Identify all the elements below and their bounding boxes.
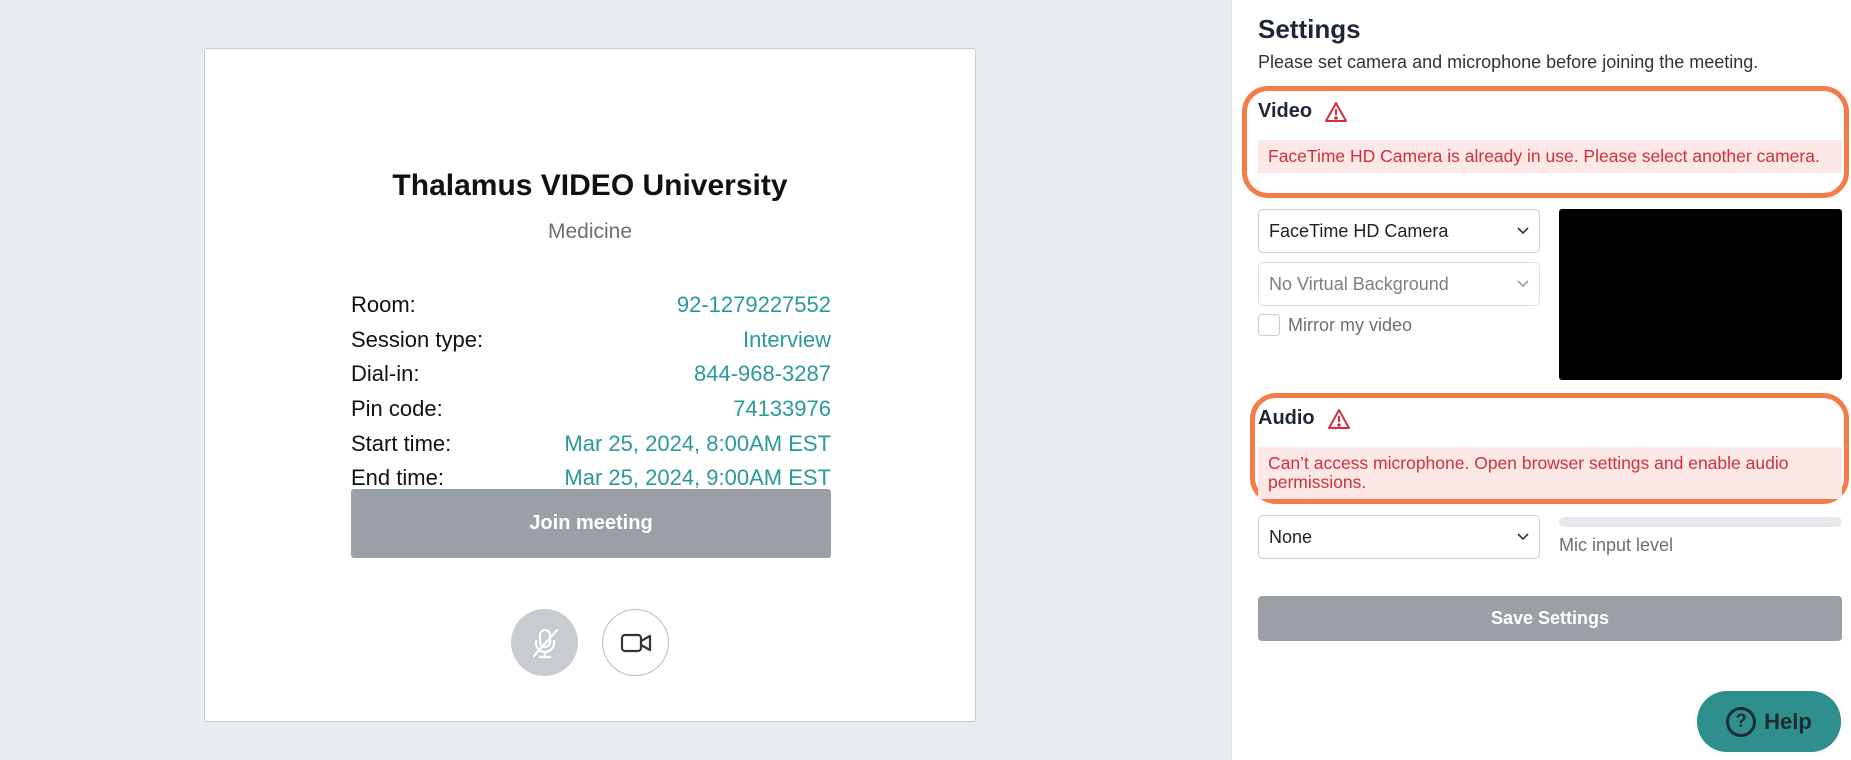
detail-label: End time: <box>351 465 444 491</box>
video-camera-icon <box>620 633 651 652</box>
chevron-down-icon <box>1517 280 1529 288</box>
detail-value: 74133976 <box>733 396 831 422</box>
mirror-video-checkbox[interactable] <box>1258 314 1280 336</box>
detail-pin-code: Pin code: 74133976 <box>351 392 831 427</box>
mirror-video-label: Mirror my video <box>1288 314 1413 335</box>
settings-title: Settings <box>1258 14 1361 44</box>
virtual-background-select[interactable]: No Virtual Background <box>1258 262 1540 306</box>
detail-label: Session type: <box>351 326 484 352</box>
chevron-down-icon <box>1517 533 1529 541</box>
help-button[interactable]: ? Help <box>1697 691 1841 752</box>
audio-error-message: Can’t access microphone. Open browser se… <box>1258 447 1842 499</box>
audio-title-label: Audio <box>1258 407 1315 429</box>
video-error-message: FaceTime HD Camera is already in use. Pl… <box>1258 140 1842 173</box>
mirror-video-option[interactable]: Mirror my video <box>1258 314 1412 336</box>
save-settings-button[interactable]: Save Settings <box>1258 596 1842 641</box>
meeting-details: Room: 92-1279227552 Session type: Interv… <box>351 288 831 496</box>
join-meeting-button[interactable]: Join meeting <box>351 489 831 558</box>
mic-input-level-label: Mic input level <box>1559 535 1674 555</box>
detail-value: Interview <box>742 326 831 352</box>
detail-room: Room: 92-1279227552 <box>351 288 831 323</box>
settings-panel: Settings Please set camera and microphon… <box>1231 0 1851 760</box>
meeting-title: Thalamus VIDEO University <box>392 169 788 202</box>
microphone-select[interactable]: None <box>1258 515 1540 559</box>
virtual-background-select-value: No Virtual Background <box>1269 273 1449 294</box>
warning-icon <box>1327 408 1350 429</box>
mic-input-level-bar <box>1559 517 1842 527</box>
detail-value: 844-968-3287 <box>693 361 831 387</box>
mic-toggle-button[interactable] <box>511 609 578 676</box>
settings-description: Please set camera and microphone before … <box>1258 52 1759 72</box>
detail-label: Start time: <box>351 430 452 456</box>
detail-value: Mar 25, 2024, 8:00AM EST <box>564 430 831 456</box>
warning-icon <box>1325 101 1348 122</box>
meeting-card: Thalamus VIDEO University Medicine Room:… <box>204 48 976 722</box>
camera-select-value: FaceTime HD Camera <box>1269 220 1449 241</box>
camera-select[interactable]: FaceTime HD Camera <box>1258 209 1540 253</box>
chevron-down-icon <box>1517 227 1529 235</box>
detail-label: Dial-in: <box>351 361 420 387</box>
detail-start-time: Start time: Mar 25, 2024, 8:00AM EST <box>351 426 831 461</box>
detail-session-type: Session type: Interview <box>351 323 831 358</box>
question-icon: ? <box>1726 706 1757 737</box>
microphone-select-value: None <box>1269 526 1313 547</box>
detail-value: Mar 25, 2024, 9:00AM EST <box>564 465 831 491</box>
video-preview <box>1559 209 1842 380</box>
detail-label: Pin code: <box>351 396 443 422</box>
detail-value: 92-1279227552 <box>676 292 831 318</box>
camera-toggle-button[interactable] <box>602 609 669 676</box>
audio-section-title: Audio <box>1258 407 1351 430</box>
video-section-title: Video <box>1258 100 1348 123</box>
meeting-subtitle: Medicine <box>547 220 633 243</box>
detail-label: Room: <box>351 292 416 318</box>
video-title-label: Video <box>1258 100 1313 122</box>
mic-muted-icon <box>532 628 558 658</box>
help-label: Help <box>1764 708 1812 734</box>
detail-dial-in: Dial-in: 844-968-3287 <box>351 357 831 392</box>
